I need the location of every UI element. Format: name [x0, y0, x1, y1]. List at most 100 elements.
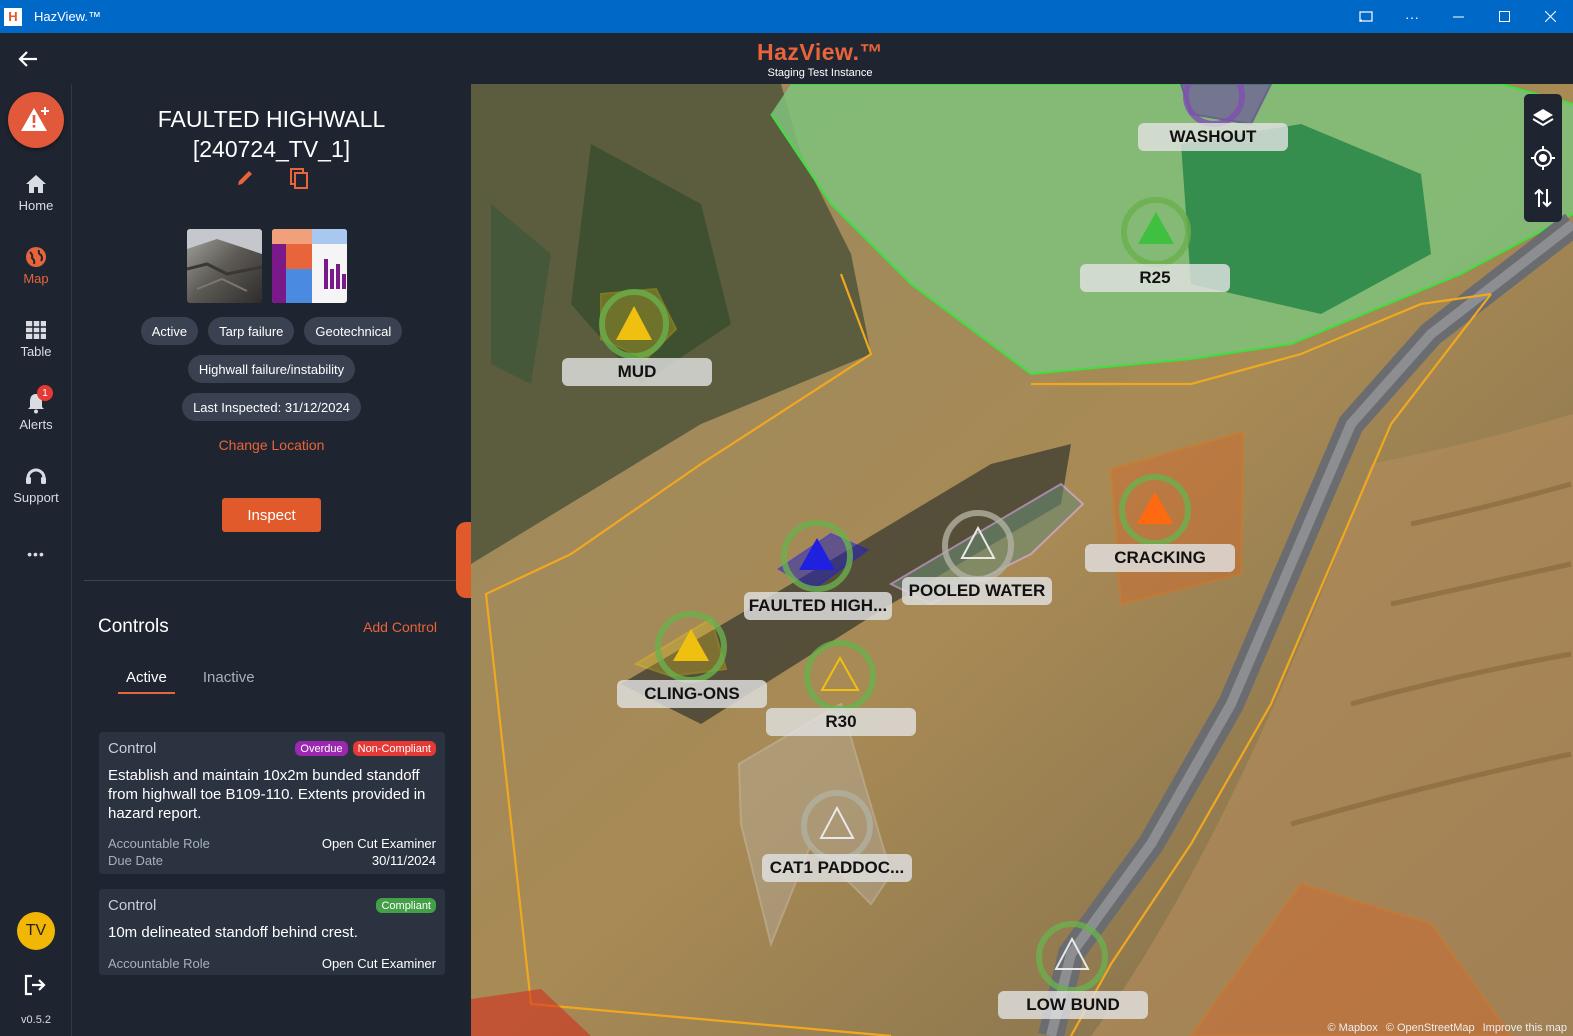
- chart-thumbnail[interactable]: [272, 229, 347, 303]
- due-date-label: Due Date: [108, 853, 163, 868]
- accountable-role-value: Open Cut Examiner: [321, 836, 436, 851]
- hazard-title: FAULTED HIGHWALL [240724_TV_1]: [72, 104, 471, 164]
- improve-map-link[interactable]: Improve this map: [1483, 1022, 1567, 1034]
- brand-logo: HazView.™: [757, 39, 883, 65]
- mapbox-attribution[interactable]: © Mapbox: [1328, 1022, 1378, 1034]
- map-label-washout[interactable]: WASHOUT: [1138, 123, 1288, 151]
- overdue-tag: Overdue: [295, 741, 348, 756]
- add-control-link[interactable]: Add Control: [363, 619, 437, 635]
- accountable-role-value: Open Cut Examiner: [321, 956, 436, 971]
- hazard-name: FAULTED HIGHWALL: [157, 106, 386, 132]
- app-version: v0.5.2: [21, 1014, 51, 1026]
- close-button[interactable]: [1527, 0, 1573, 33]
- inspection-row: Last Inspected: 31/12/2024: [72, 393, 471, 421]
- nav-table[interactable]: Table: [0, 318, 72, 359]
- map-view[interactable]: WASHOUT R25 MUD CRACKING POOLED WATER FA…: [471, 84, 1573, 1036]
- nav-home-label: Home: [18, 198, 54, 213]
- controls-heading: Controls: [98, 616, 169, 637]
- photo-gallery: [187, 229, 347, 303]
- nav-more[interactable]: •••: [0, 546, 72, 562]
- control-card[interactable]: Control Compliant 10m delineated standof…: [99, 889, 445, 975]
- type-chip: Tarp failure: [208, 317, 295, 345]
- control-heading: Control: [108, 897, 157, 914]
- layers-button[interactable]: [1524, 98, 1562, 138]
- nav-support-label: Support: [13, 490, 59, 505]
- nav-map-label: Map: [23, 271, 49, 286]
- tab-active[interactable]: Active: [118, 669, 175, 694]
- control-card[interactable]: Control Overdue Non-Compliant Establish …: [99, 732, 445, 874]
- status-chip: Active: [140, 317, 199, 345]
- osm-attribution[interactable]: © OpenStreetMap: [1386, 1022, 1475, 1034]
- photo-thumbnail[interactable]: [187, 229, 262, 303]
- nav-map[interactable]: Map: [0, 245, 72, 286]
- map-label-r25[interactable]: R25: [1080, 264, 1230, 292]
- maximize-button[interactable]: [1481, 0, 1527, 33]
- accountable-role-row: Accountable Role Open Cut Examiner: [108, 836, 436, 851]
- table-icon: [26, 321, 46, 339]
- map-label-cling-ons[interactable]: CLING-ONS: [617, 680, 767, 708]
- nav-support[interactable]: Support: [0, 464, 72, 505]
- edit-button[interactable]: [235, 168, 255, 195]
- hazard-actions: [72, 168, 471, 195]
- nav-alerts[interactable]: 1 Alerts: [0, 385, 72, 432]
- change-location-link[interactable]: Change Location: [72, 437, 471, 453]
- alerts-badge: 1: [37, 385, 53, 401]
- discipline-chip: Geotechnical: [304, 317, 403, 345]
- map-label-r30[interactable]: R30: [766, 708, 916, 736]
- brand: HazView.™ Staging Test Instance: [0, 39, 1573, 79]
- map-label-cracking[interactable]: CRACKING: [1085, 544, 1235, 572]
- control-description: Establish and maintain 10x2m bunded stan…: [108, 767, 426, 822]
- non-compliant-tag: Non-Compliant: [352, 741, 436, 756]
- nav-home[interactable]: Home: [0, 172, 72, 213]
- control-tags: Compliant: [376, 898, 436, 913]
- due-date-value: 30/11/2024: [371, 853, 436, 868]
- accountable-role-label: Accountable Role: [108, 956, 210, 971]
- panel-collapse-handle[interactable]: [456, 522, 471, 598]
- pencil-icon: [237, 171, 252, 185]
- support-icon: [26, 468, 46, 484]
- accountable-role-row: Accountable Role Open Cut Examiner: [108, 956, 436, 971]
- hazard-detail-panel: FAULTED HIGHWALL [240724_TV_1] Active Ta…: [72, 84, 471, 1036]
- app-header: HazView.™ Staging Test Instance: [0, 33, 1573, 84]
- nav-alerts-label: Alerts: [19, 417, 53, 432]
- control-heading: Control: [108, 740, 157, 757]
- more-options-icon[interactable]: ···: [1389, 0, 1435, 33]
- alert-add-icon: [21, 107, 49, 131]
- map-attribution: © Mapbox © OpenStreetMap Improve this ma…: [1328, 1022, 1568, 1034]
- tab-inactive[interactable]: Inactive: [195, 669, 263, 694]
- section-divider: [84, 580, 456, 581]
- copy-icon: [289, 168, 308, 189]
- map-label-pooled-water[interactable]: POOLED WATER: [902, 577, 1052, 605]
- instance-label: Staging Test Instance: [767, 67, 873, 79]
- copy-button[interactable]: [289, 168, 309, 195]
- map-label-low-bund[interactable]: LOW BUND: [998, 991, 1148, 1019]
- report-hazard-button[interactable]: [8, 92, 64, 148]
- minimize-button[interactable]: [1435, 0, 1481, 33]
- window-titlebar: H HazView.™ ···: [0, 0, 1573, 33]
- hazard-chips: Active Tarp failure Geotechnical: [72, 317, 471, 345]
- controls-tabs: Active Inactive: [118, 669, 263, 694]
- nav-table-label: Table: [20, 344, 52, 359]
- accountable-role-label: Accountable Role: [108, 836, 210, 851]
- globe-icon: [26, 247, 46, 267]
- app-logo-icon: H: [4, 7, 22, 26]
- window-title: HazView.™: [34, 9, 101, 24]
- compliant-tag: Compliant: [376, 898, 436, 913]
- locate-button[interactable]: [1524, 138, 1562, 178]
- hazard-category-row: Highwall failure/instability: [72, 355, 471, 383]
- sort-button[interactable]: [1524, 178, 1562, 218]
- map-label-faulted-highwall[interactable]: FAULTED HIGH...: [744, 592, 892, 620]
- hazard-id: [240724_TV_1]: [192, 136, 351, 162]
- user-avatar[interactable]: TV: [17, 912, 55, 950]
- map-controls: [1524, 94, 1562, 222]
- map-label-mud[interactable]: MUD: [562, 358, 712, 386]
- logout-icon: [24, 974, 46, 996]
- inspect-button[interactable]: Inspect: [222, 498, 321, 532]
- due-date-row: Due Date 30/11/2024: [108, 853, 436, 868]
- logout-button[interactable]: [22, 972, 50, 1000]
- map-label-cat1-paddock[interactable]: CAT1 PADDOC...: [762, 854, 912, 882]
- control-description: 10m delineated standoff behind crest.: [108, 924, 358, 941]
- nav-rail: Home Map Table 1 Alerts Support ••• TV v…: [0, 84, 72, 1036]
- cast-icon[interactable]: [1343, 0, 1389, 33]
- layers-icon: [1532, 109, 1554, 127]
